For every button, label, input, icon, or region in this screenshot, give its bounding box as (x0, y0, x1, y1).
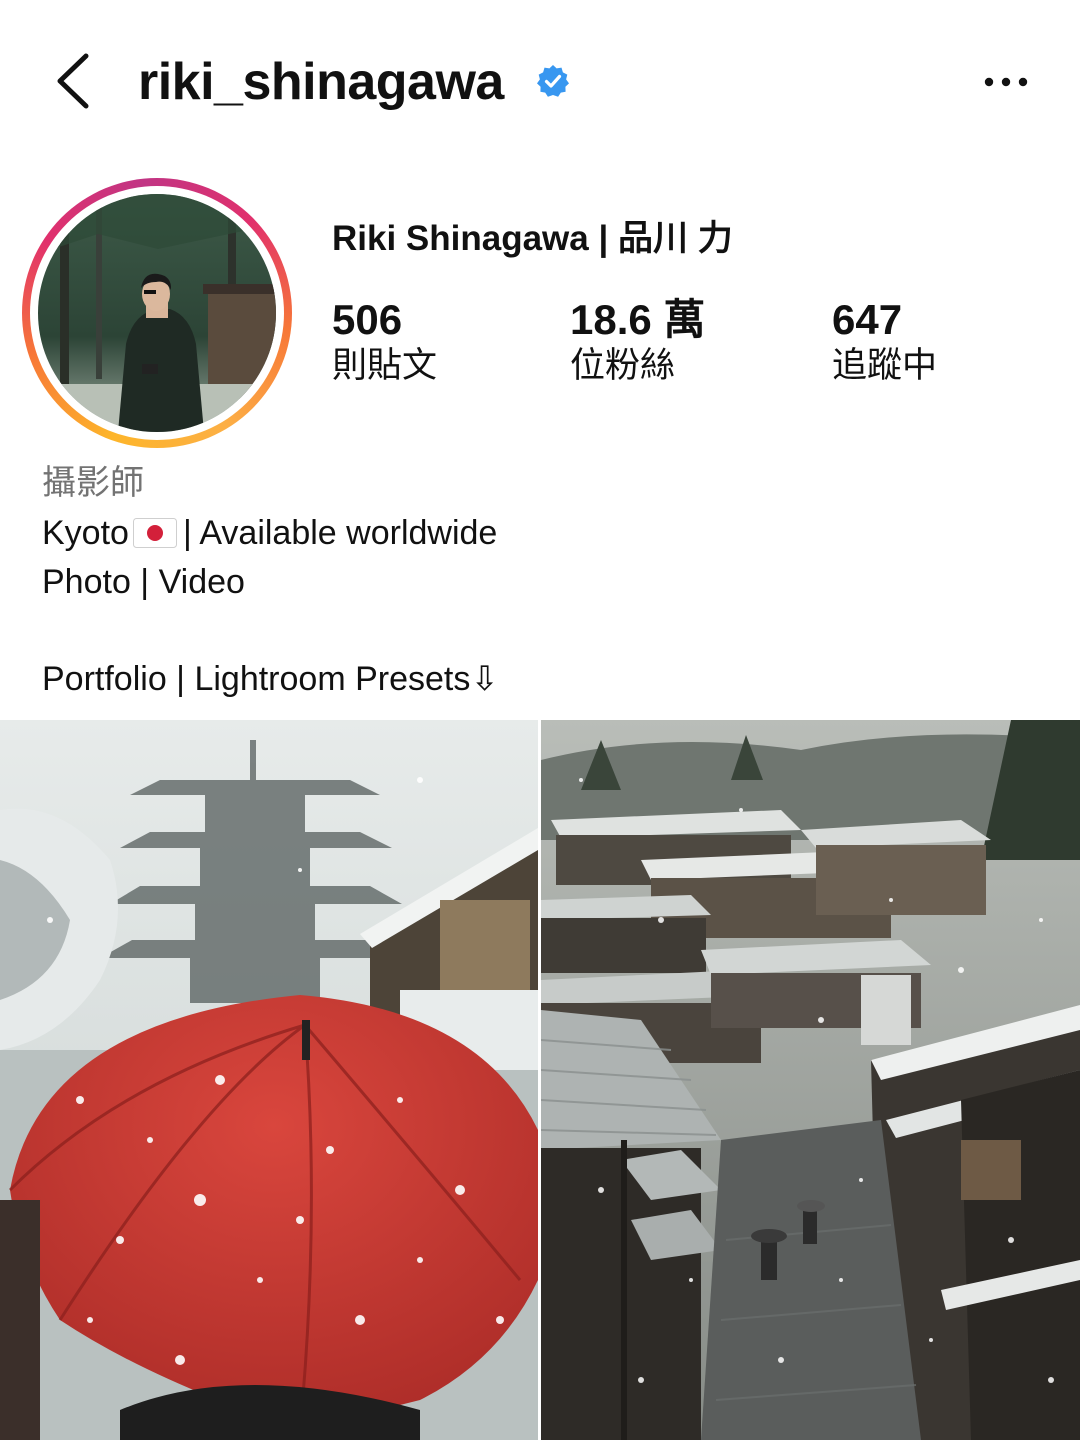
posts-count-value: 506 (332, 296, 403, 343)
posts-count-label: 則貼文 (332, 346, 438, 385)
following-count-label: 追蹤中 (832, 346, 938, 385)
following-count-value: 647 (832, 296, 903, 343)
followers-count-label: 位粉絲 (570, 346, 676, 385)
post-thumbnail-rooftops[interactable] (541, 720, 1080, 1440)
posts-grid (0, 720, 1080, 1440)
profile-header: riki_shinagawa (0, 0, 1080, 165)
post-thumbnail-umbrella[interactable] (0, 720, 538, 1440)
story-ring[interactable] (22, 178, 292, 448)
profile-display-name: Riki Shinagawa | 品川 力 (332, 219, 733, 258)
profile-category: 攝影師 (42, 464, 144, 502)
username-title: riki_shinagawa (138, 53, 504, 111)
more-options-icon[interactable] (980, 62, 1032, 102)
bio-line-portfolio: Portfolio | Lightroom Presets⇩ (42, 660, 499, 698)
chevron-left-icon[interactable] (50, 50, 102, 112)
bio-line-services: Photo | Video (42, 563, 245, 601)
following-count[interactable]: 647 追蹤中 (832, 296, 937, 388)
avatar (38, 194, 276, 432)
verified-badge-icon (537, 65, 569, 97)
bio-availability-text: | Available worldwide (182, 514, 498, 552)
bio-location-text: Kyoto (42, 514, 129, 552)
japan-flag-icon (132, 518, 177, 548)
followers-count-value: 18.6 萬 (570, 296, 706, 343)
bio-line-location: Kyoto | Available worldwide (42, 512, 497, 554)
followers-count[interactable]: 18.6 萬 位粉絲 (570, 296, 705, 388)
posts-count[interactable]: 506 則貼文 (332, 296, 437, 388)
